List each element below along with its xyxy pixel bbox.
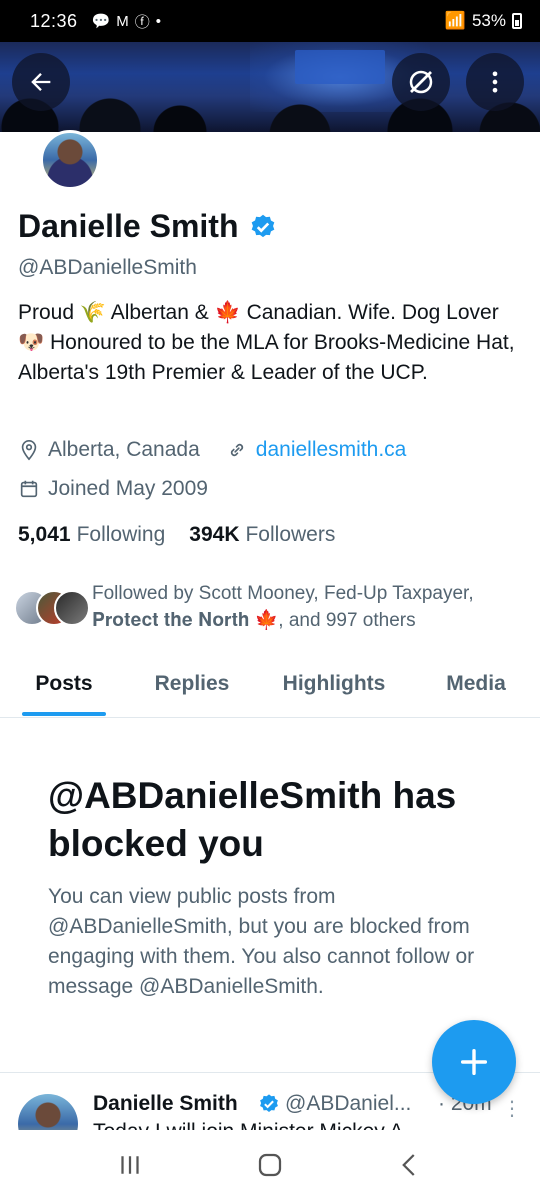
avatar: [54, 590, 90, 626]
follow-stats: 5,041 Following 394K Followers: [18, 523, 335, 547]
post-author-handle: @ABDaniel...: [285, 1092, 412, 1115]
grok-button[interactable]: [392, 53, 450, 111]
followed-by-text: Followed by Scott Mooney, Fed-Up Taxpaye…: [92, 583, 474, 631]
following-count: 5,041: [18, 523, 71, 546]
blocked-message: You can view public posts from @ABDaniel…: [48, 885, 475, 998]
profile-tabs: Posts Replies Highlights Media: [0, 660, 540, 718]
back-button[interactable]: [12, 53, 70, 111]
profile-meta-joined: Joined May 2009: [18, 477, 208, 501]
more-vertical-icon: [492, 71, 498, 93]
profile-joined: Joined May 2009: [48, 477, 208, 500]
tab-posts[interactable]: Posts: [22, 660, 106, 696]
chat-icon: 💬: [91, 13, 111, 30]
notification-icons: 💬 M ⓕ •: [92, 11, 161, 32]
following-link[interactable]: 5,041 Following: [18, 523, 165, 547]
dot-icon: •: [155, 12, 162, 30]
profile-meta-location-website: Alberta, Canada daniellesmith.ca: [18, 438, 406, 462]
following-label: Following: [76, 523, 166, 546]
calendar-icon: [20, 480, 38, 498]
system-nav-bar: [0, 1130, 540, 1200]
back-arrow-icon: [31, 73, 51, 91]
link-icon: [230, 443, 243, 457]
profile-bio: Proud 🌾 Albertan & 🍁 Canadian. Wife. Dog…: [18, 301, 515, 384]
followers-count: 394K: [189, 523, 240, 546]
location-pin-icon: [21, 440, 37, 461]
battery-percent: 53%: [471, 11, 506, 30]
recents-icon[interactable]: [115, 1150, 145, 1180]
more-options-button[interactable]: [466, 53, 524, 111]
followers-label: Followers: [245, 523, 336, 546]
post-more-icon[interactable]: ⋮: [502, 1096, 522, 1121]
status-bar: 12:36 💬 M ⓕ • 📶 53%: [0, 0, 540, 42]
facebook-icon: ⓕ: [134, 13, 150, 31]
followers-link[interactable]: 394K Followers: [189, 523, 335, 547]
profile-website-link[interactable]: daniellesmith.ca: [256, 438, 407, 462]
post-author-name: Danielle Smith: [93, 1092, 238, 1115]
followed-by-row[interactable]: Followed by Scott Mooney, Fed-Up Taxpaye…: [14, 580, 512, 634]
compose-button[interactable]: [432, 1020, 516, 1104]
profile-banner: [0, 42, 540, 132]
profile-avatar[interactable]: [40, 130, 100, 190]
verified-icon[interactable]: [249, 213, 277, 241]
post-text: Today I will join Minister Mickey A: [93, 1120, 403, 1130]
tab-media[interactable]: Media: [432, 660, 520, 696]
profile-location: Alberta, Canada: [48, 438, 200, 461]
status-time: 12:36: [30, 10, 78, 31]
nav-back-icon[interactable]: [395, 1150, 425, 1180]
avatar[interactable]: [18, 1094, 78, 1130]
mail-icon: M: [116, 12, 129, 30]
home-icon[interactable]: [255, 1150, 285, 1180]
profile-handle: @ABDanielleSmith: [18, 256, 197, 279]
battery-icon: [512, 13, 522, 29]
follower-avatars: [14, 590, 90, 630]
tab-highlights[interactable]: Highlights: [270, 660, 398, 696]
profile-name: Danielle Smith: [18, 208, 239, 244]
profile-name-row: Danielle Smith: [18, 208, 277, 245]
verified-icon: [260, 1094, 278, 1112]
blocked-title: @ABDanielleSmith has blocked you: [48, 775, 457, 864]
compose-plus-icon: [460, 1048, 488, 1076]
grok-icon: [409, 70, 433, 94]
tab-replies[interactable]: Replies: [140, 660, 244, 696]
active-tab-indicator: [22, 712, 106, 716]
wifi-icon: 📶: [444, 11, 466, 30]
